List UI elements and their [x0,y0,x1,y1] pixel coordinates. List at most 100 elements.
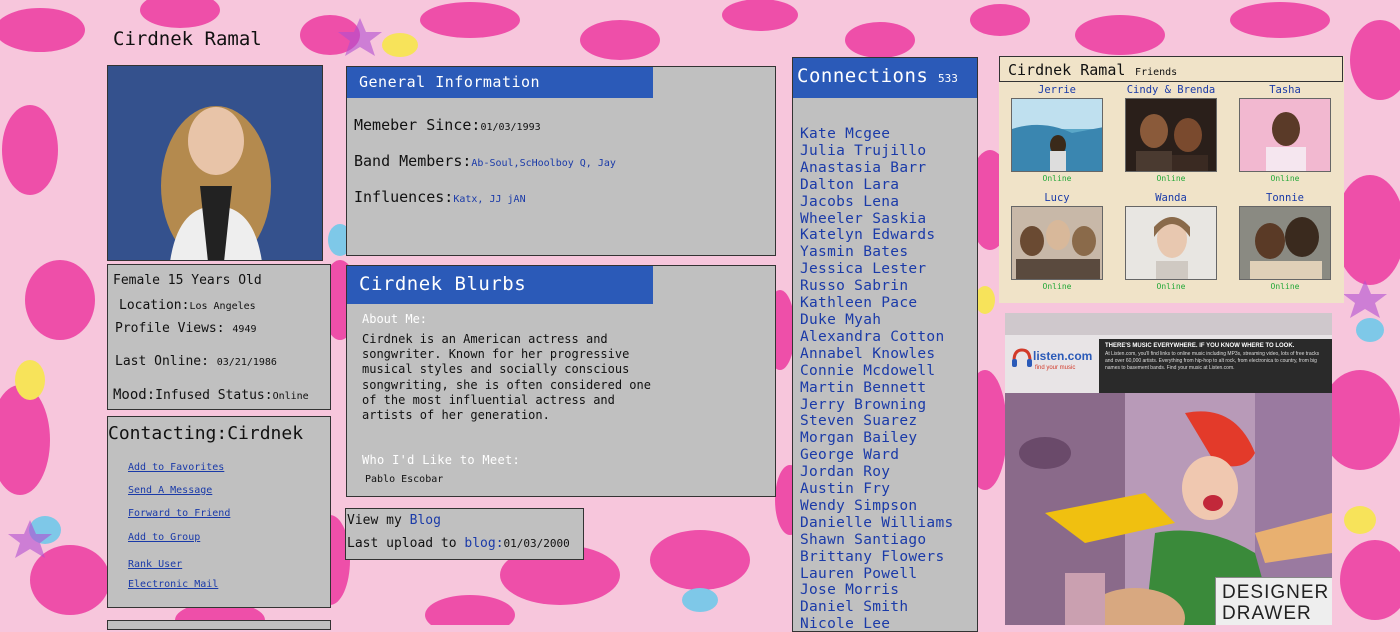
ad-sign: DESIGNER DRAWER [1215,577,1332,625]
connection-item[interactable]: Yasmin Bates [800,244,954,261]
connection-item[interactable]: Kathleen Pace [800,295,954,312]
friend-photo[interactable] [1125,206,1217,280]
connection-item[interactable]: Jacobs Lena [800,194,954,211]
connection-item[interactable]: Jerry Browning [800,397,954,414]
ad-brand: listen.com [1033,349,1093,363]
connection-item[interactable]: Jordan Roy [800,464,954,481]
blurbs-panel: Cirdnek Blurbs About Me: Cirdnek is an A… [346,265,776,497]
connection-item[interactable]: Connie Mcdowell [800,363,954,380]
about-me-label: About Me: [362,312,428,326]
member-since-label: Memeber Since: [354,116,481,134]
connection-item[interactable]: Wendy Simpson [800,498,954,515]
ad-logo: listen.com find your music [1011,343,1101,393]
forward-to-friend-link[interactable]: Forward to Friend [128,508,230,519]
connection-item[interactable]: Annabel Knowles [800,346,954,363]
member-since-value: 01/03/1993 [480,122,541,133]
friend-card[interactable]: Tasha Online [1239,84,1331,183]
connections-count: 533 [937,72,958,85]
last-upload-prefix: Last upload to [347,536,465,551]
band-members-label: Band Members: [354,152,472,170]
connection-item[interactable]: George Ward [800,447,954,464]
connection-item[interactable]: Austin Fry [800,481,954,498]
friend-photo[interactable] [1125,98,1217,172]
friend-card[interactable]: Cindy & Brenda Online [1125,84,1217,183]
connection-item[interactable]: Brittany Flowers [800,549,954,566]
location-value: Los Angeles [189,301,256,312]
connection-item[interactable]: Jose Morris [800,582,954,599]
status-label: Status: [217,388,273,403]
send-message-link[interactable]: Send A Message [128,485,212,496]
friend-status: Online [1270,282,1300,291]
mood-value: Infused [155,388,210,403]
last-upload-date: 01/03/2000 [503,537,570,550]
friend-photo[interactable] [1011,98,1103,172]
sex-age: Female 15 Years Old [113,273,262,288]
who-to-meet-label: Who I'd Like to Meet: [362,453,521,467]
band-members-value: Ab-Soul,ScHoolboy Q, Jay [471,158,616,169]
advertisement[interactable]: listen.com find your music THERE'S MUSIC… [1005,313,1332,625]
connection-item[interactable]: Alexandra Cotton [800,329,954,346]
ad-copy-box: THERE'S MUSIC EVERYWHERE. IF YOU KNOW WH… [1099,339,1332,393]
friend-name[interactable]: Jerrie [1011,84,1103,98]
friend-name[interactable]: Tasha [1239,84,1331,98]
contacting-panel: Contacting:Cirdnek Add to Favorites Send… [107,416,331,608]
ad-headline: THERE'S MUSIC EVERYWHERE. IF YOU KNOW WH… [1105,343,1295,349]
friend-name[interactable]: Cindy & Brenda [1125,84,1217,98]
connections-header: Connections 533 [793,58,977,98]
ad-top-bar [1005,313,1332,335]
influences-value: Katx, JJ jAN [453,194,526,205]
connection-item[interactable]: Daniel Smith [800,599,954,616]
contacting-title: Contacting:Cirdnek [108,423,304,444]
connection-item[interactable]: Nicole Lee [800,616,954,631]
friend-card[interactable]: Jerrie Online [1011,84,1103,183]
friend-card[interactable]: Tonnie Online [1239,192,1331,291]
friend-name[interactable]: Tonnie [1239,192,1331,206]
add-to-group-link[interactable]: Add to Group [128,532,200,543]
connection-item[interactable]: Katelyn Edwards [800,227,954,244]
blog-upload-link[interactable]: blog: [464,536,503,551]
electronic-mail-link[interactable]: Electronic Mail [128,579,218,590]
connection-item[interactable]: Martin Bennett [800,380,954,397]
general-info-panel: General Information Memeber Since:01/03/… [346,66,776,256]
connection-item[interactable]: Lauren Powell [800,566,954,583]
friend-status: Online [1042,282,1072,291]
friend-name[interactable]: Lucy [1011,192,1103,206]
connection-item[interactable]: Dalton Lara [800,177,954,194]
connection-item[interactable]: Jessica Lester [800,261,954,278]
connections-list: Kate Mcgee Julia Trujillo Anastasia Barr Da… [800,126,954,631]
connection-item[interactable]: Duke Myah [800,312,954,329]
about-me-text: Cirdnek is an American actress and songw… [362,332,651,423]
rank-user-link[interactable]: Rank User [128,559,182,570]
connection-item[interactable]: Kate Mcgee [800,126,954,143]
connection-item[interactable]: Julia Trujillo [800,143,954,160]
connection-item[interactable]: Anastasia Barr [800,160,954,177]
friend-name[interactable]: Wanda [1125,192,1217,206]
friend-status: Online [1156,282,1186,291]
friend-status: Online [1156,174,1186,183]
connection-item[interactable]: Wheeler Saskia [800,211,954,228]
friend-photo[interactable] [1239,98,1331,172]
connection-item[interactable]: Steven Suarez [800,413,954,430]
headphones-icon [1012,348,1032,367]
connection-item[interactable]: Danielle Williams [800,515,954,532]
ad-image: DESIGNER DRAWER [1005,393,1332,625]
blog-link[interactable]: Blog [410,513,441,528]
blurbs-header: Cirdnek Blurbs [347,266,653,304]
next-panel-edge [107,620,331,630]
friends-suffix: Friends [1135,67,1178,78]
connection-item[interactable]: Russo Sabrin [800,278,954,295]
add-to-favorites-link[interactable]: Add to Favorites [128,462,224,473]
friend-photo[interactable] [1011,206,1103,280]
friend-card[interactable]: Wanda Online [1125,192,1217,291]
status-value: Online [272,391,309,402]
friend-photo[interactable] [1239,206,1331,280]
friend-card[interactable]: Lucy Online [1011,192,1103,291]
profile-name: Cirdnek Ramal [113,28,262,50]
last-online-value: 03/21/1986 [216,357,277,368]
ad-brand-tagline: find your music [1035,365,1076,371]
general-info-header: General Information [347,67,653,98]
connection-item[interactable]: Morgan Bailey [800,430,954,447]
connections-title: Connections [797,65,929,87]
connection-item[interactable]: Shawn Santiago [800,532,954,549]
who-to-meet-text: Pablo Escobar [365,474,444,485]
